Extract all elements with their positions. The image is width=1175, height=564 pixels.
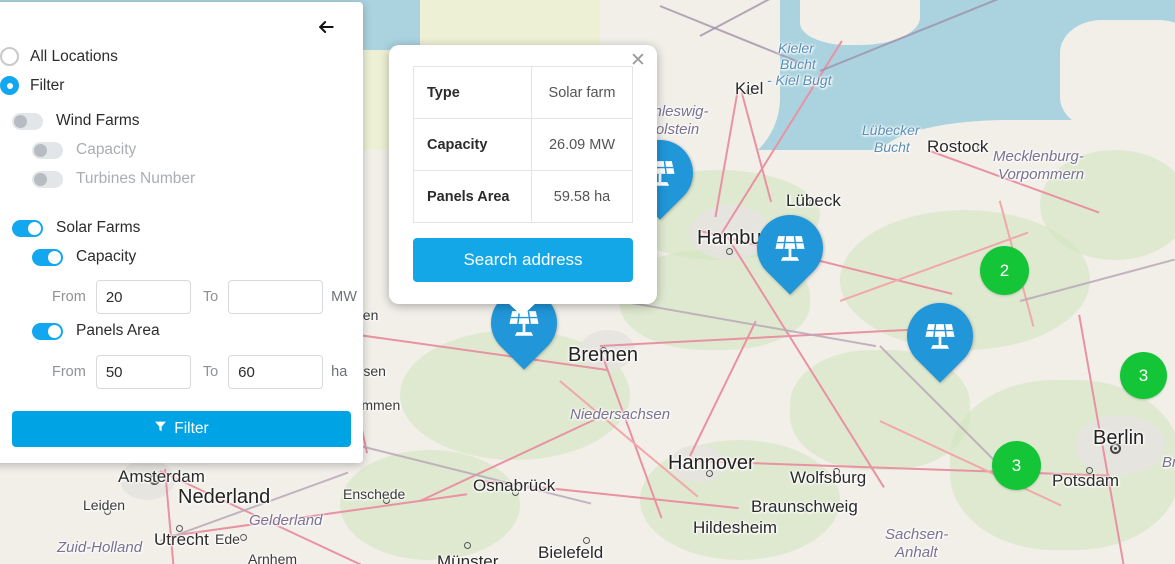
- capacity-unit: MW: [331, 289, 357, 305]
- radio-all-locations-dot[interactable]: [0, 47, 19, 66]
- toggle-panels-area-switch[interactable]: [32, 322, 63, 340]
- radio-all-locations[interactable]: All Locations: [0, 47, 118, 66]
- city-dot-kiel: [746, 88, 753, 95]
- toggle-wind-farms-switch[interactable]: [12, 112, 43, 130]
- apply-filter-label: Filter: [174, 420, 209, 437]
- panels-area-range-row[interactable]: From To ha: [52, 355, 347, 389]
- filter-panel[interactable]: All Locations Filter Wind Farms Capacity…: [0, 2, 363, 463]
- radio-filter[interactable]: Filter: [0, 76, 64, 95]
- solar-marker-4[interactable]: [893, 289, 987, 387]
- search-address-button[interactable]: Search address: [413, 238, 633, 282]
- apply-filter-button[interactable]: Filter: [12, 411, 351, 447]
- toggle-panels-area-label: Panels Area: [76, 322, 160, 339]
- table-row: Panels Area 59.58 ha: [413, 170, 633, 223]
- toggle-turbines-number-switch[interactable]: [32, 170, 63, 188]
- toggle-wind-capacity[interactable]: Capacity: [32, 141, 136, 159]
- toggle-wind-farms-label: Wind Farms: [56, 112, 140, 129]
- toggle-solar-capacity-switch[interactable]: [32, 248, 63, 266]
- map-cluster-badge[interactable]: 3: [992, 441, 1041, 490]
- panels-area-unit: ha: [331, 364, 348, 380]
- map-land-ruegen: [1060, 20, 1175, 130]
- capital-dot-amsterdam: [149, 474, 160, 485]
- city-dot-leiden: [104, 508, 111, 515]
- map-urban-bremen: [580, 330, 635, 370]
- solar-marker-2[interactable]: [743, 201, 837, 299]
- city-dot-bremen: [600, 347, 607, 354]
- city-dot-bielefeld: [583, 537, 590, 544]
- toggle-panels-area[interactable]: Panels Area: [32, 322, 160, 340]
- info-value-type: Solar farm: [531, 66, 633, 119]
- city-dot-hamburg: [726, 248, 733, 255]
- radio-all-locations-label: All Locations: [30, 47, 118, 65]
- toggle-wind-capacity-switch[interactable]: [32, 141, 63, 159]
- city-dot-hannover: [706, 470, 713, 477]
- panels-area-from-label: From: [52, 364, 86, 380]
- city-dot-osnabrueck: [512, 489, 519, 496]
- funnel-icon: [154, 420, 167, 438]
- panels-area-from-input[interactable]: [95, 355, 191, 389]
- map-cluster-badge[interactable]: 3: [1120, 352, 1167, 399]
- toggle-wind-capacity-label: Capacity: [76, 141, 137, 158]
- city-dot-luebeck: [809, 199, 816, 206]
- capacity-from-label: From: [52, 289, 86, 305]
- panels-area-to-input[interactable]: [228, 355, 324, 389]
- table-row: Type Solar farm: [413, 66, 633, 119]
- toggle-turbines-number-label: Turbines Number: [76, 170, 196, 187]
- toggle-solar-farms-switch[interactable]: [12, 219, 43, 237]
- city-dot-braunschweig: [801, 505, 808, 512]
- capacity-from-input[interactable]: [95, 280, 191, 314]
- radio-filter-label: Filter: [30, 76, 65, 94]
- toggle-solar-farms[interactable]: Solar Farms: [12, 219, 140, 237]
- toggle-solar-capacity-label: Capacity: [76, 248, 137, 265]
- city-dot-wolfsburg: [833, 468, 840, 475]
- back-arrow-icon[interactable]: [313, 14, 339, 40]
- capacity-range-row[interactable]: From To MW: [52, 280, 357, 314]
- toggle-solar-farms-label: Solar Farms: [56, 219, 141, 236]
- map-cluster-badge[interactable]: 2: [980, 246, 1029, 295]
- city-dot-hildesheim: [733, 525, 740, 532]
- location-info-popup[interactable]: ✕ Type Solar farm Capacity 26.09 MW Pane…: [389, 45, 657, 316]
- capacity-to-input[interactable]: [228, 280, 324, 314]
- info-key-type: Type: [413, 66, 532, 119]
- location-info-table: Type Solar farm Capacity 26.09 MW Panels…: [413, 66, 633, 223]
- map-urban-hannover: [670, 445, 725, 483]
- capital-dot-berlin: [1110, 443, 1121, 454]
- info-key-panels-area: Panels Area: [413, 170, 532, 223]
- info-value-panels-area: 59.58 ha: [531, 170, 633, 223]
- city-dot-utrecht: [176, 525, 183, 532]
- city-dot-muenster: [464, 542, 471, 549]
- city-dot-potsdam: [1086, 467, 1093, 474]
- info-key-capacity: Capacity: [413, 118, 532, 171]
- city-dot-enschede: [383, 497, 390, 504]
- radio-filter-dot[interactable]: [0, 76, 19, 95]
- capacity-to-label: To: [202, 289, 219, 305]
- city-dot-ede: [240, 534, 247, 541]
- panels-area-to-label: To: [202, 364, 219, 380]
- toggle-turbines-number[interactable]: Turbines Number: [32, 170, 195, 188]
- city-dot-rostock: [977, 144, 984, 151]
- app-root: Kieler Bucht - Kiel Bugt Kiel Schleswig- Hols…: [0, 0, 1175, 564]
- table-row: Capacity 26.09 MW: [413, 118, 633, 171]
- toggle-solar-capacity[interactable]: Capacity: [32, 248, 136, 266]
- info-value-capacity: 26.09 MW: [531, 118, 633, 171]
- toggle-wind-farms[interactable]: Wind Farms: [12, 112, 140, 130]
